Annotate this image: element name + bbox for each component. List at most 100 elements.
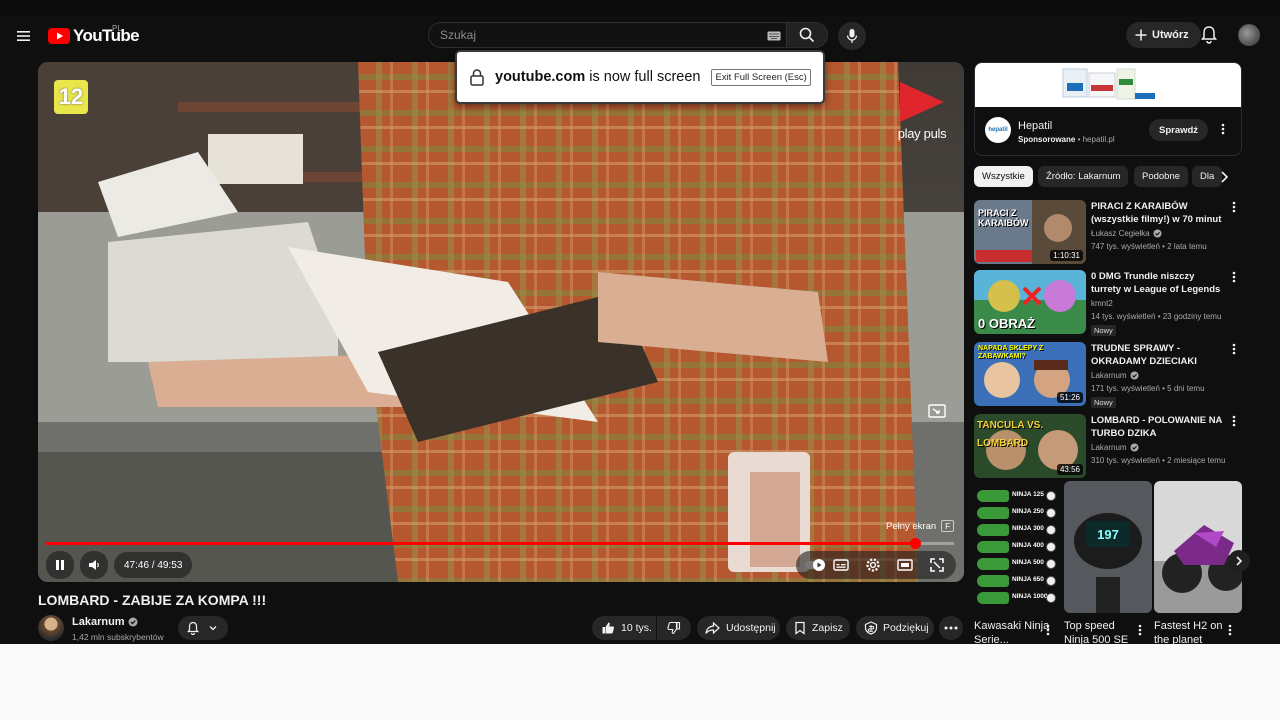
video-thumbnail[interactable]: NAPADA SKLEPY Z ZABAWKAMI? 51:26 [974,342,1086,406]
ninja-model-row: NINJA 300 [974,523,1062,538]
more-actions-button[interactable] [939,616,963,640]
bookmark-icon [795,621,805,635]
ad-cta-button[interactable]: Sprawdź [1149,119,1209,141]
rec-title[interactable]: LOMBARD - POLOWANIE NA TURBO DZIKA [1091,414,1225,440]
settings-icon[interactable] [864,556,882,574]
channel-name-row[interactable]: Lakarnum [72,616,138,628]
recommendation-item[interactable]: TANCULA VS. LOMBARD 43:56 LOMBARD - POLO… [974,414,1242,478]
rec-meta: 310 tys. wyświetleń • 2 miesiące temu [1091,456,1226,465]
video-thumbnail[interactable]: PIRACI Z KARAIBÓW 1:10:31 [974,200,1086,264]
rec-channel-name[interactable]: kmnt2 [1091,299,1113,308]
more-vert-icon[interactable] [1138,624,1142,636]
recommendation-item[interactable]: 0 OBRAŻ 0 DMG Trundle niszczy turrety w … [974,270,1242,336]
more-vert-icon[interactable] [1232,343,1236,355]
more-vert-icon[interactable] [1221,123,1225,135]
ball-icon [1046,559,1056,569]
user-avatar[interactable] [1238,24,1260,46]
menu-icon[interactable] [14,26,34,46]
rec-title[interactable]: 0 DMG Trundle niszczy turrety w League o… [1091,270,1225,296]
youtube-logo[interactable]: YouTube PL [48,24,140,46]
short-thumbnail[interactable] [1154,481,1242,613]
ball-icon [1046,542,1056,552]
rec-channel[interactable]: Łukasz Cegiełka [1091,229,1162,238]
time-display: 47:46 / 49:53 [114,552,193,578]
ad-brand-logo[interactable]: hepatil [985,117,1011,143]
autoplay-toggle[interactable] [804,556,828,574]
short-thumbnail[interactable]: 197 [1064,481,1152,613]
bike-icon [977,575,1009,587]
page-below-viewport [0,644,1280,720]
create-label: Utwórz [1152,29,1189,41]
short-title[interactable]: Fastest H2 on the planet [1154,619,1230,644]
subscriber-count: 1,42 mln subskrybentów [72,632,164,642]
verified-icon [1130,443,1139,452]
video-thumbnail[interactable]: 0 OBRAŻ [974,270,1086,334]
share-button[interactable]: Udostępnij [697,616,780,640]
subscription-bell-button[interactable] [178,616,228,640]
volume-button[interactable] [80,551,108,579]
ad-title[interactable]: Hepatil [1018,120,1052,132]
miniplayer-icon[interactable] [928,404,946,418]
like-count: 10 tys. [621,622,652,634]
chip-similar[interactable]: Podobne [1134,166,1189,187]
search-input[interactable] [440,28,740,42]
ninja-model-row: NINJA 650 [974,574,1062,589]
ad-banner-image[interactable] [975,63,1241,107]
bell-icon[interactable] [1200,25,1218,45]
keyboard-icon[interactable] [767,31,781,41]
ball-icon [1046,576,1056,586]
tooltip-key: F [941,520,955,532]
channel-name[interactable]: Lakarnum [72,616,125,628]
like-button[interactable]: 10 tys. [592,616,656,640]
chevron-right-icon[interactable] [1216,169,1232,185]
theater-mode-icon[interactable] [896,556,914,574]
recommendation-item[interactable]: PIRACI Z KARAIBÓW 1:10:31 PIRACI Z KARAI… [974,200,1242,264]
mic-icon [846,29,858,43]
channel-bug: 12 [54,80,88,114]
dislike-button[interactable] [657,616,691,640]
more-vert-icon[interactable] [1232,201,1236,213]
short-thumbnail[interactable]: NINJA 125 NINJA 250 NINJA 300 NINJA 400 NINJ… [974,481,1062,613]
more-vert-icon[interactable] [1232,415,1236,427]
bike-icon [977,524,1009,536]
channel-avatar[interactable] [38,615,64,641]
duration-badge: 51:26 [1056,392,1083,403]
more-vert-icon[interactable] [1228,624,1232,636]
rec-channel[interactable]: Lakarnum [1091,443,1139,452]
voice-search-button[interactable] [838,22,866,50]
rec-channel-name[interactable]: Lakarnum [1091,371,1127,380]
video-player[interactable]: 12 play puls Pełny ekran F 47:46 / 49:53 [38,62,964,582]
rec-title[interactable]: TRUDNE SPRAWY - OKRADAMY DZIECIAKI [1091,342,1225,368]
save-button[interactable]: Zapisz [786,616,850,640]
fullscreen-tooltip: Pełny ekran F [886,520,955,532]
new-badge: Nowy [1091,325,1116,336]
progress-bar[interactable] [46,538,954,549]
rec-channel[interactable]: kmnt2 [1091,299,1113,308]
short-title[interactable]: Kawasaki Ninja Serie... [974,619,1050,644]
chip-all[interactable]: Wszystkie [974,166,1033,187]
bike-icon [977,507,1009,519]
subtitles-icon[interactable] [832,556,850,574]
pause-button[interactable] [46,551,74,579]
chip-source[interactable]: Źródło: Lakarnum [1038,166,1129,187]
recommendation-item[interactable]: NAPADA SKLEPY Z ZABAWKAMI? 51:26 TRUDNE … [974,342,1242,408]
rec-channel[interactable]: Lakarnum [1091,371,1139,380]
rec-channel-name[interactable]: Łukasz Cegiełka [1091,229,1150,238]
ninja-model-label: NINJA 125 [1012,491,1044,498]
more-vert-icon[interactable] [1046,624,1050,636]
short-title[interactable]: Top speed Ninja 500 SE [1064,619,1140,644]
more-vert-icon[interactable] [1232,271,1236,283]
exit-fullscreen-icon[interactable] [928,556,946,574]
exit-fullscreen-button[interactable]: Exit Full Screen (Esc) [711,68,811,86]
rec-title[interactable]: PIRACI Z KARAIBÓW (wszystkie filmy!) w 7… [1091,200,1225,227]
ninja-model-label: NINJA 500 [1012,559,1044,566]
video-thumbnail[interactable]: TANCULA VS. LOMBARD 43:56 [974,414,1086,478]
ninja-model-label: NINJA 650 [1012,576,1044,583]
create-button[interactable]: Utwórz [1126,22,1201,48]
rec-channel-name[interactable]: Lakarnum [1091,443,1127,452]
sponsored-ad[interactable]: hepatil Hepatil Sponsorowane • hepatil.p… [974,62,1242,156]
search-button[interactable] [786,22,828,48]
shorts-next-button[interactable] [1228,550,1250,572]
scrubber-handle[interactable] [909,538,921,549]
thanks-button[interactable]: Podziękuj [856,616,934,640]
